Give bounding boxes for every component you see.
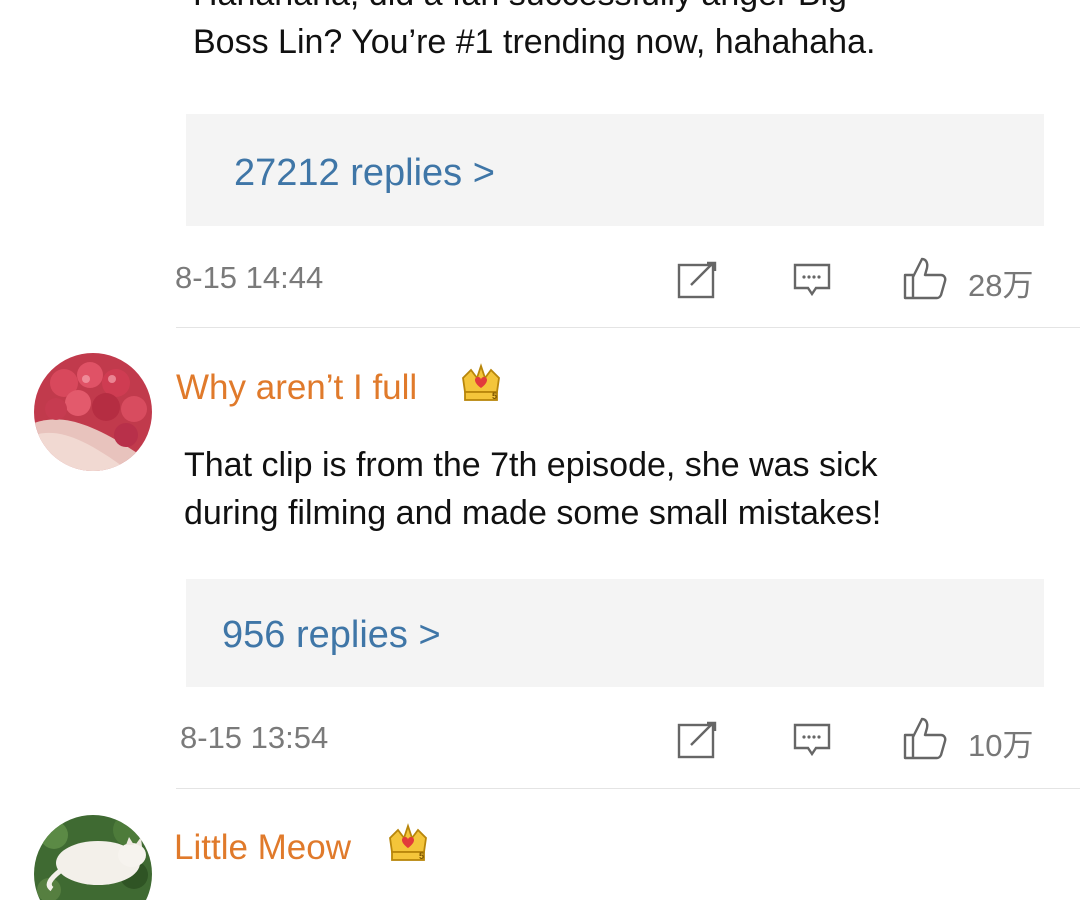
svg-text:5: 5: [492, 391, 497, 401]
repost-icon[interactable]: [677, 261, 719, 304]
comment-meta-row: 8-15 14:44 28万: [0, 255, 1080, 305]
like-count: 10万: [968, 728, 1034, 763]
like-count: 28万: [968, 268, 1034, 303]
username[interactable]: Little Meow: [174, 828, 351, 868]
view-replies-link[interactable]: 27212 replies >: [234, 152, 495, 195]
thumbs-up-icon[interactable]: [902, 255, 948, 306]
replies-box[interactable]: 956 replies >: [186, 579, 1044, 687]
svg-text:5: 5: [419, 851, 424, 861]
comment-text: Hahahaha, did a fan successfully anger B…: [193, 0, 1053, 66]
username[interactable]: Why aren’t I full: [176, 368, 417, 408]
comment-text-line: during filming and made some small mista…: [184, 494, 882, 532]
comment-icon[interactable]: [792, 721, 832, 766]
timestamp: 8-15 14:44: [175, 260, 324, 295]
crown-badge-icon: 5: [386, 822, 430, 869]
divider: [176, 327, 1080, 328]
comment-text: That clip is from the 7th episode, she w…: [184, 441, 1044, 537]
thumbs-up-icon[interactable]: [902, 715, 948, 766]
comment-feed: Hahahaha, did a fan successfully anger B…: [0, 0, 1080, 900]
comment-text-line: Boss Lin? You’re #1 trending now, hahaha…: [193, 23, 876, 61]
comment-text-line: That clip is from the 7th episode, she w…: [184, 446, 878, 484]
comment-icon[interactable]: [792, 261, 832, 306]
replies-box[interactable]: 27212 replies >: [186, 114, 1044, 226]
crown-badge-icon: 5: [459, 362, 503, 409]
view-replies-link[interactable]: 956 replies >: [222, 614, 441, 657]
avatar[interactable]: [34, 815, 152, 900]
timestamp: 8-15 13:54: [180, 720, 329, 755]
avatar[interactable]: [34, 353, 152, 471]
divider: [176, 788, 1080, 789]
comment-text-line: Hahahaha, did a fan successfully anger B…: [193, 0, 1053, 18]
comment-meta-row: 8-15 13:54 10万: [0, 715, 1080, 765]
repost-icon[interactable]: [677, 721, 719, 764]
